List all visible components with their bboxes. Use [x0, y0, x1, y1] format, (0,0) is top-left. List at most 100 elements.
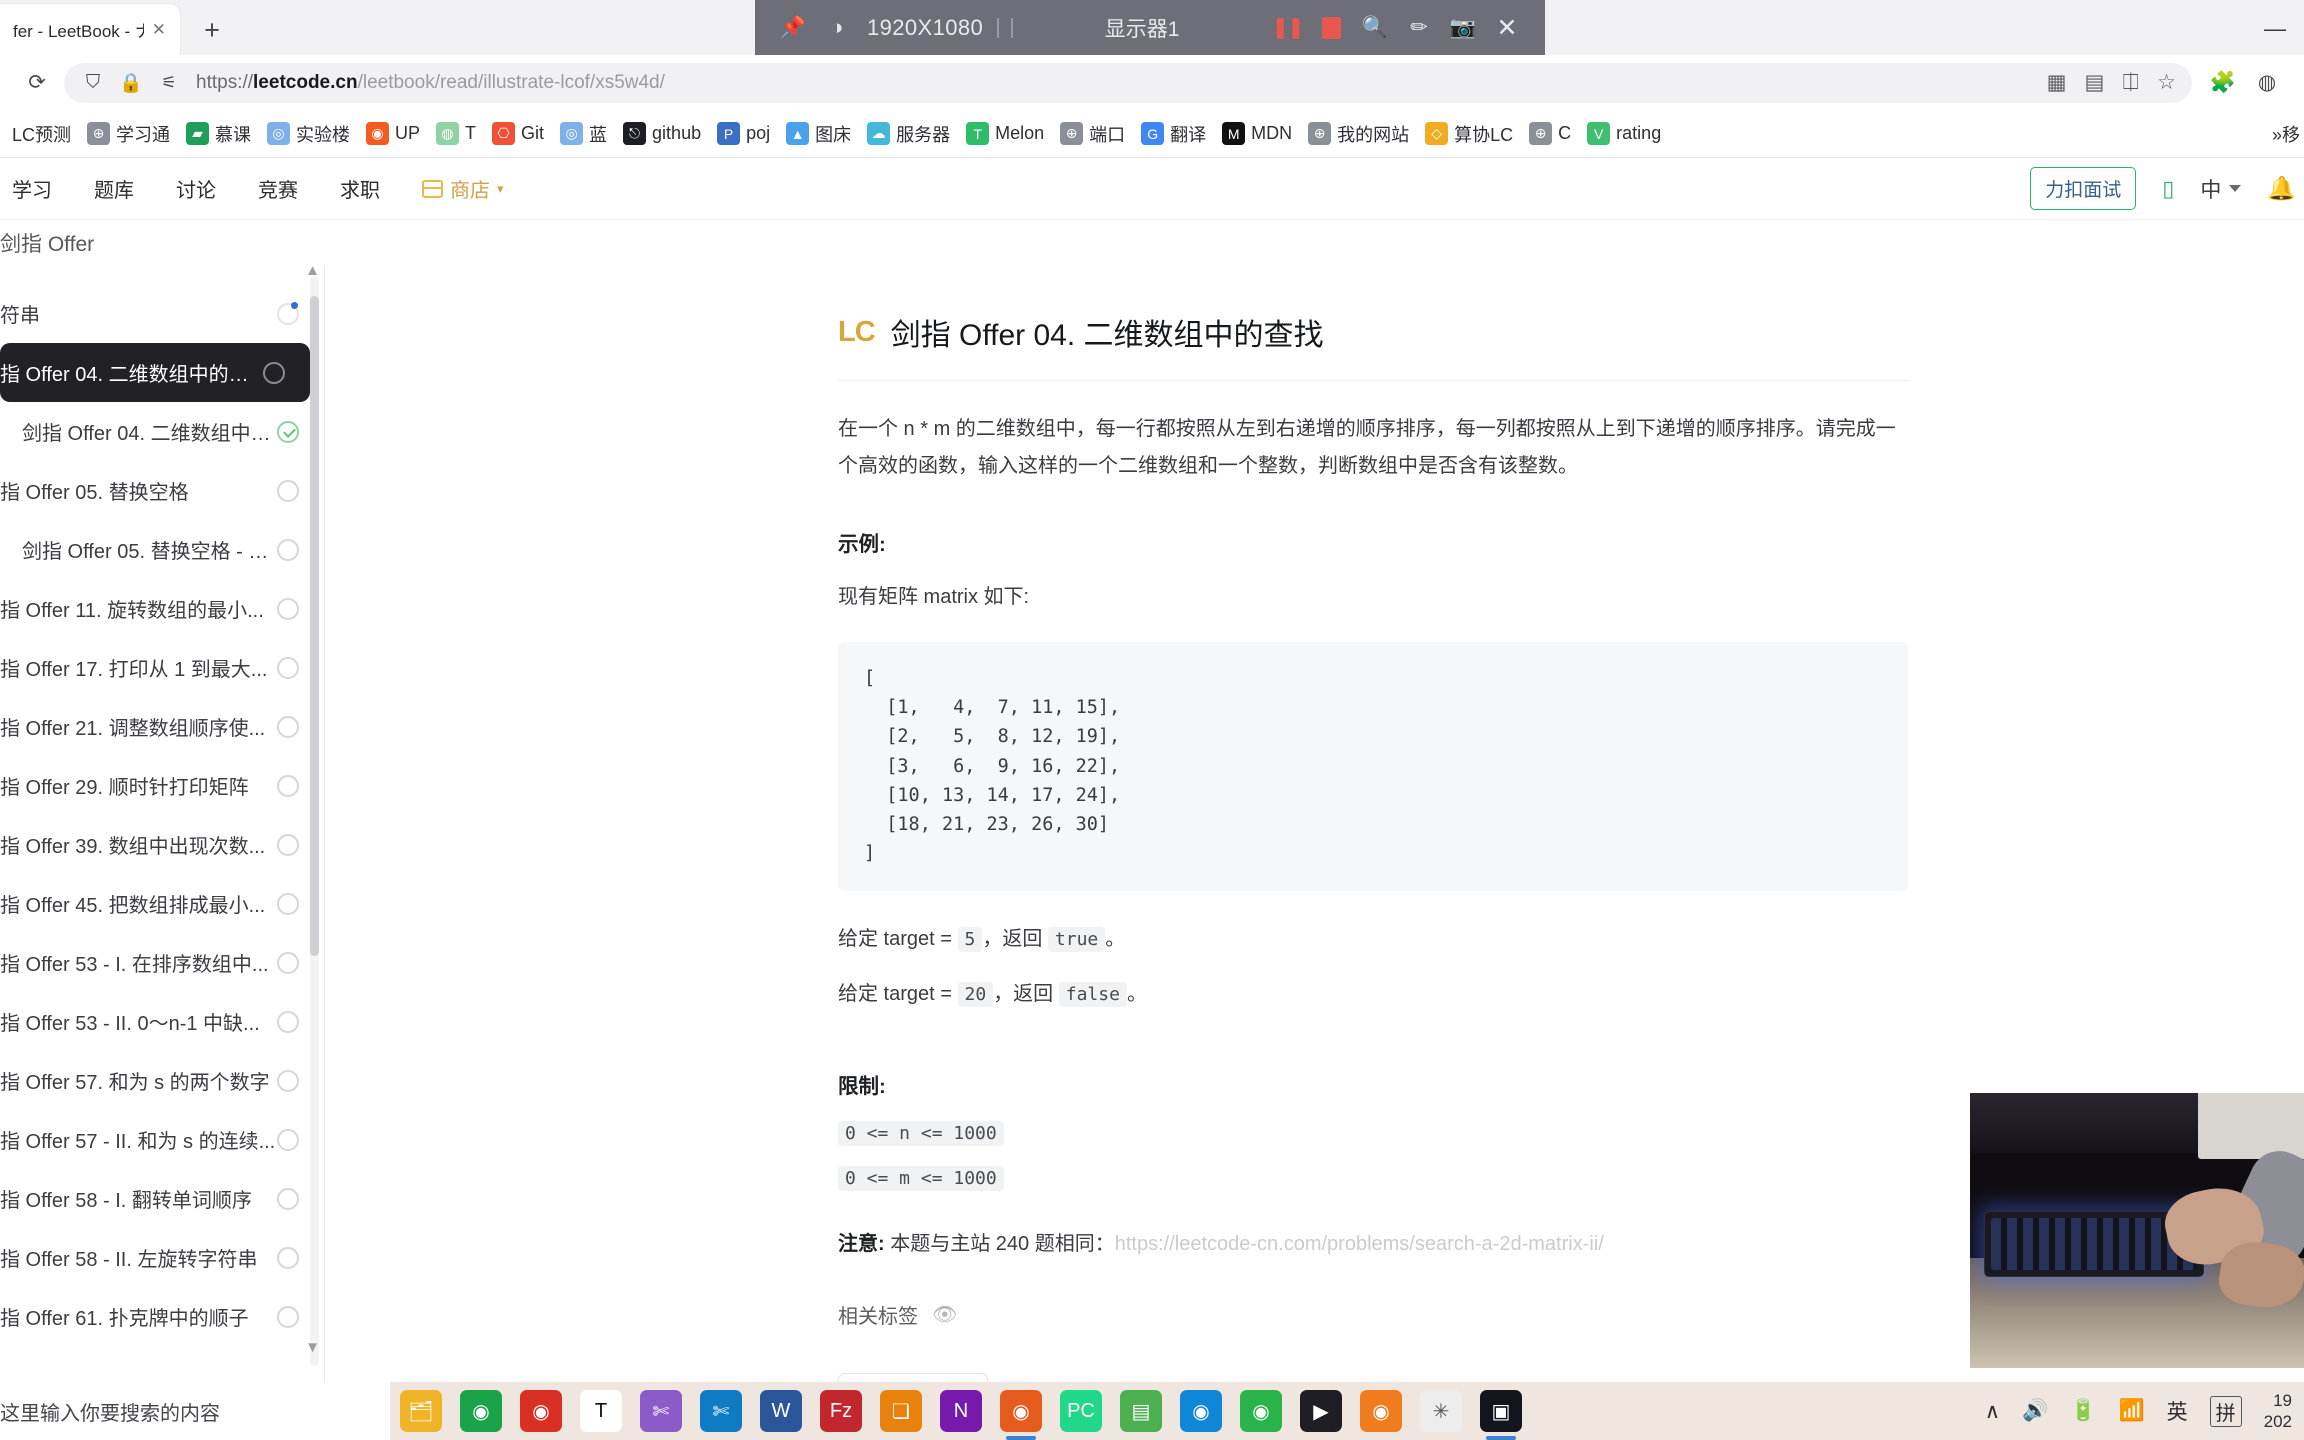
- profile-icon[interactable]: ◍: [2246, 62, 2288, 104]
- camera-icon[interactable]: 📷: [1441, 6, 1485, 50]
- magnifier-icon[interactable]: 🔍: [1353, 6, 1397, 50]
- nav-item-contest[interactable]: 竞赛: [252, 170, 304, 207]
- bookmark-item[interactable]: ⎋ github: [615, 118, 709, 149]
- bookmark-item[interactable]: ▰ 慕课: [178, 117, 259, 151]
- mobile-icon[interactable]: ▯: [2162, 176, 2174, 202]
- notepad-icon[interactable]: ▤: [1120, 1390, 1162, 1432]
- bookmark-item[interactable]: Vrating: [1579, 118, 1669, 149]
- bookmark-item[interactable]: ⊕ C: [1521, 118, 1579, 149]
- maxthon-icon[interactable]: ◉: [520, 1390, 562, 1432]
- nav-item-shop[interactable]: 商店 ▾: [416, 170, 510, 207]
- star-icon[interactable]: ☆: [2157, 70, 2176, 95]
- translate-icon[interactable]: ⎅: [2122, 71, 2139, 95]
- note-link[interactable]: https://leetcode-cn.com/problems/search-…: [1115, 1233, 1604, 1255]
- reload-icon[interactable]: ⟳: [16, 62, 58, 104]
- pycharm-icon[interactable]: PC: [1060, 1390, 1102, 1432]
- taskbar-search[interactable]: 这里输入你要搜索的内容: [0, 1382, 390, 1440]
- app-icon[interactable]: ❏: [880, 1390, 922, 1432]
- new-tab-button[interactable]: +: [190, 8, 234, 52]
- color-wheel-icon[interactable]: ✳: [1420, 1390, 1462, 1432]
- file-explorer-icon[interactable]: 🗂: [400, 1390, 442, 1432]
- minimize-button[interactable]: —: [2264, 16, 2286, 42]
- nav-item-jobs[interactable]: 求职: [334, 170, 386, 207]
- ime-language[interactable]: 英: [2167, 1396, 2188, 1426]
- sidebar-item-7[interactable]: 指 Offer 21. 调整数组顺序使...: [0, 697, 324, 756]
- bookmark-item[interactable]: ⊕ 我的网站: [1300, 117, 1417, 151]
- chevron-up-icon[interactable]: ∧: [1985, 1399, 2000, 1424]
- bookmark-item[interactable]: LC预测: [4, 117, 79, 151]
- extensions-icon[interactable]: 🧩: [2202, 62, 2244, 104]
- word-icon[interactable]: W: [760, 1390, 802, 1432]
- bookmark-item[interactable]: M MDN: [1214, 118, 1300, 149]
- bookmark-item[interactable]: ◎ 蓝: [552, 117, 615, 151]
- url-omnibox[interactable]: ⛉ 🔒 ⚟ https://leetcode.cn/leetbook/read/…: [64, 62, 2192, 103]
- interview-button[interactable]: 力扣面试: [2030, 167, 2137, 210]
- sidebar-item-6[interactable]: 指 Offer 17. 打印从 1 到最大...: [0, 638, 324, 697]
- pause-icon[interactable]: ❚❚: [1265, 6, 1309, 50]
- sidebar-item-15[interactable]: 指 Offer 58 - I. 翻转单词顺序: [0, 1169, 324, 1228]
- terminal-icon[interactable]: ▶: [1300, 1390, 1342, 1432]
- chrome-icon[interactable]: ◉: [460, 1390, 502, 1432]
- sidebar-item-3[interactable]: 指 Offer 05. 替换空格: [0, 461, 324, 520]
- language-select[interactable]: ◔ C++ ▾: [838, 1372, 988, 1382]
- bookmark-item[interactable]: ◇ 算协LC: [1417, 117, 1521, 151]
- sidebar-scrollbar-thumb[interactable]: [310, 296, 319, 956]
- related-tags[interactable]: 相关标签 👁: [838, 1300, 1908, 1329]
- pin-icon[interactable]: 📌: [771, 6, 815, 50]
- pen-icon[interactable]: ✏: [1397, 6, 1441, 50]
- firefox-icon[interactable]: ◉: [1000, 1390, 1042, 1440]
- nav-item-discuss[interactable]: 讨论: [170, 170, 222, 207]
- bookmark-item[interactable]: G 翻译: [1133, 117, 1214, 151]
- language-selector[interactable]: 中: [2200, 174, 2242, 204]
- tune-icon[interactable]: ⚟: [156, 70, 182, 96]
- sidebar-item-10[interactable]: 指 Offer 45. 把数组排成最小...: [0, 874, 324, 933]
- wifi-icon[interactable]: 📶: [2118, 1399, 2144, 1423]
- reader-icon[interactable]: ▤: [2085, 70, 2105, 95]
- sidebar-item-4[interactable]: 剑指 Offer 05. 替换空格 - 解...: [0, 520, 324, 579]
- sidebar-item-0[interactable]: 符串: [0, 284, 324, 343]
- vscode-icon[interactable]: ✄: [700, 1390, 742, 1432]
- bookmark-item[interactable]: ◉ UP: [358, 118, 428, 149]
- edge-icon[interactable]: ◉: [1180, 1390, 1222, 1432]
- bookmark-item[interactable]: ◍ T: [428, 118, 484, 149]
- bookmark-item[interactable]: T Melon: [958, 118, 1052, 149]
- bookmark-item[interactable]: ▲ 图床: [778, 117, 859, 151]
- sidebar-item-9[interactable]: 指 Offer 39. 数组中出现次数...: [0, 815, 324, 874]
- bookmark-item[interactable]: ⎔ Git: [484, 118, 552, 149]
- ime-mode[interactable]: 拼: [2209, 1395, 2242, 1427]
- bookmarks-overflow-button[interactable]: »移: [2272, 110, 2300, 157]
- stop-record-icon[interactable]: [1309, 6, 1353, 50]
- camera-app-icon[interactable]: ▣: [1480, 1390, 1522, 1440]
- close-icon[interactable]: ✕: [152, 20, 166, 40]
- bookmark-item[interactable]: ☁ 服务器: [859, 117, 958, 151]
- visual-studio-icon[interactable]: ✄: [640, 1390, 682, 1432]
- typora-icon[interactable]: T: [580, 1390, 622, 1432]
- bookmark-item[interactable]: ⊕ 端口: [1052, 117, 1133, 151]
- breadcrumb-label[interactable]: 剑指 Offer: [0, 228, 94, 258]
- shield-icon[interactable]: ⛉: [80, 70, 106, 96]
- lock-icon[interactable]: 🔒: [119, 70, 143, 96]
- filezilla-icon[interactable]: Fz: [820, 1390, 862, 1432]
- sidebar-item-14[interactable]: 指 Offer 57 - II. 和为 s 的连续...: [0, 1110, 324, 1169]
- battery-icon[interactable]: 🔋: [2070, 1399, 2096, 1423]
- fl-studio-icon[interactable]: ◉: [1360, 1390, 1402, 1432]
- bookmark-item[interactable]: ◎ 实验楼: [259, 117, 358, 151]
- nav-item-study[interactable]: 学习: [6, 170, 58, 207]
- sidebar-item-2[interactable]: 剑指 Offer 04. 二维数组中的...: [0, 402, 324, 461]
- clock[interactable]: 19 202: [2264, 1390, 2292, 1433]
- browser-tab-active[interactable]: fer - LeetBook - ナ ✕: [0, 4, 180, 55]
- sidebar-item-8[interactable]: 指 Offer 29. 顺时针打印矩阵: [0, 756, 324, 815]
- grid-icon[interactable]: ▦: [2047, 70, 2067, 95]
- bookmark-item[interactable]: Ppoj: [709, 118, 778, 149]
- sidebar-item-5[interactable]: 指 Offer 11. 旋转数组的最小...: [0, 579, 324, 638]
- volume-icon[interactable]: 🔊: [2022, 1399, 2048, 1423]
- green-app-icon[interactable]: ◉: [1240, 1390, 1282, 1432]
- sidebar-item-1[interactable]: 指 Offer 04. 二维数组中的查找: [0, 343, 310, 402]
- eye-off-icon[interactable]: 👁: [932, 1302, 957, 1327]
- sidebar-item-16[interactable]: 指 Offer 58 - II. 左旋转字符串: [0, 1228, 324, 1287]
- sidebar-item-11[interactable]: 指 Offer 53 - I. 在排序数组中...: [0, 933, 324, 992]
- nav-item-problems[interactable]: 题库: [88, 170, 140, 207]
- chevron-down-icon[interactable]: ▼: [305, 1339, 320, 1356]
- sidebar-item-12[interactable]: 指 Offer 53 - II. 0～n-1 中缺...: [0, 992, 324, 1051]
- sidebar-item-13[interactable]: 指 Offer 57. 和为 s 的两个数字: [0, 1051, 324, 1110]
